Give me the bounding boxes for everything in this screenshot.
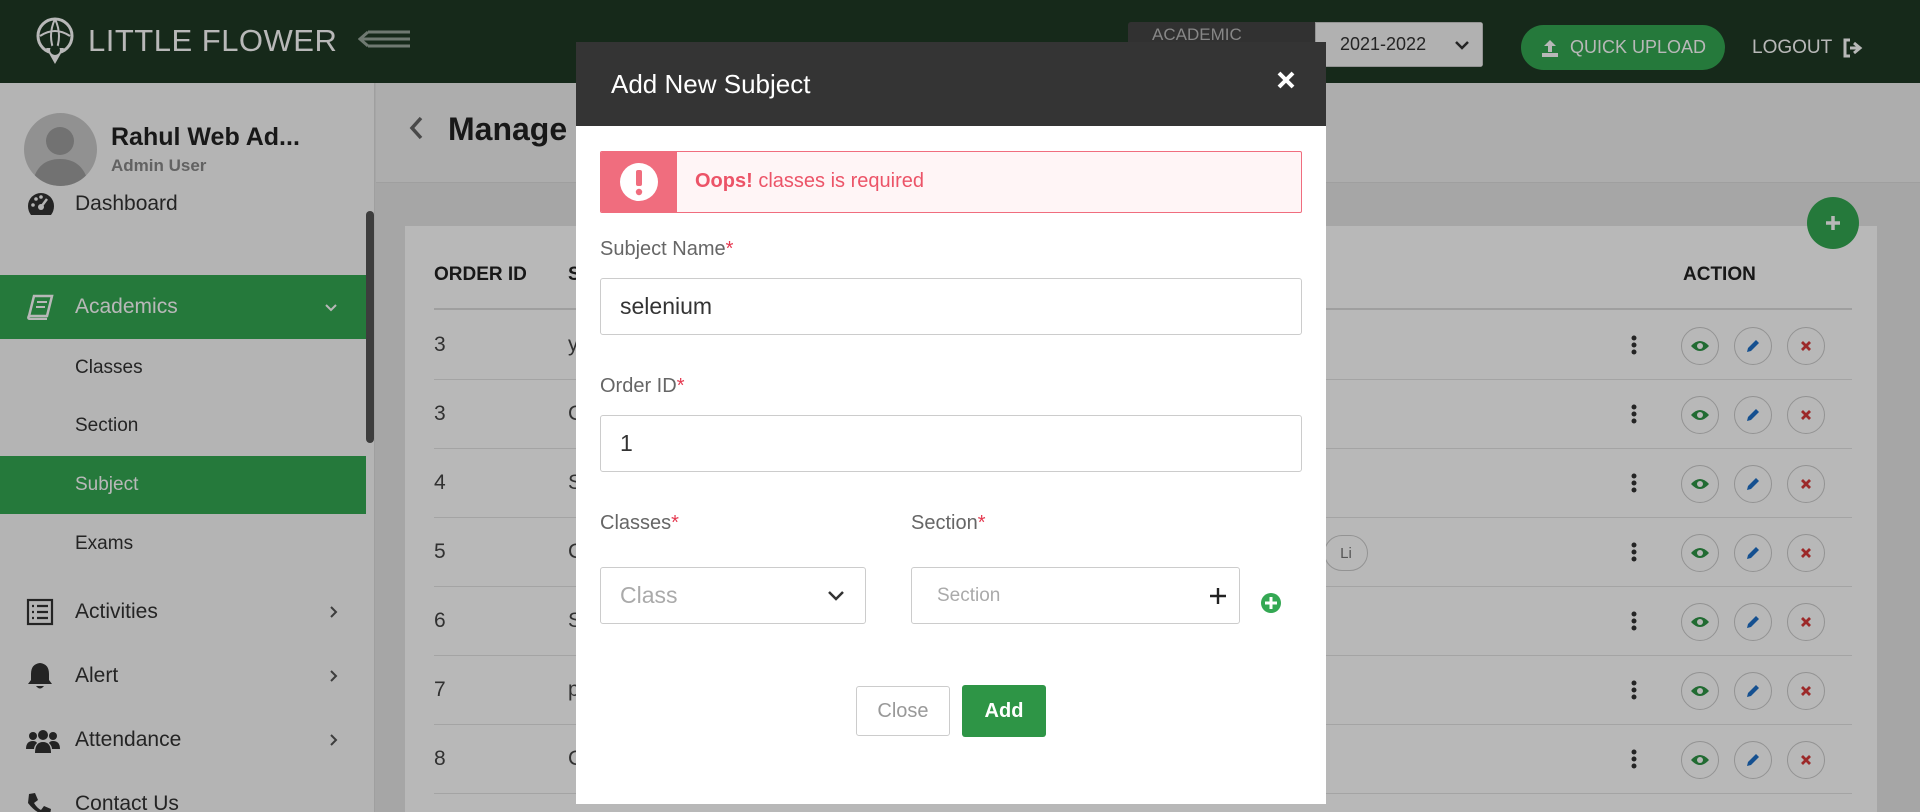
add-subject-modal: Add New Subject Oops! classes is require… bbox=[576, 42, 1326, 804]
order-id-value: 1 bbox=[620, 430, 633, 456]
required-mark: * bbox=[725, 238, 734, 260]
modal-title: Add New Subject bbox=[611, 69, 811, 99]
label-text: Section bbox=[911, 512, 978, 534]
required-mark: * bbox=[671, 512, 679, 534]
section-input[interactable]: Section bbox=[911, 567, 1240, 624]
chevron-down-icon bbox=[828, 591, 844, 601]
alert-strong: Oops! bbox=[695, 170, 753, 192]
label-text: Order ID bbox=[600, 375, 677, 397]
alert-icon-box bbox=[601, 152, 677, 212]
section-placeholder: Section bbox=[937, 584, 1001, 606]
add-section-icon[interactable] bbox=[1260, 592, 1282, 614]
error-alert: Oops! classes is required bbox=[600, 151, 1302, 213]
label-text: Subject Name bbox=[600, 238, 726, 260]
alert-message: Oops! classes is required bbox=[695, 170, 924, 193]
plus-icon[interactable] bbox=[1209, 587, 1227, 605]
exclamation-circle-icon bbox=[620, 163, 658, 201]
add-button[interactable]: Add bbox=[962, 685, 1046, 737]
label-text: Classes bbox=[600, 512, 672, 534]
classes-placeholder: Class bbox=[620, 582, 678, 608]
classes-label: Classes* bbox=[600, 512, 679, 535]
subject-name-label: Subject Name* bbox=[600, 238, 733, 261]
classes-select[interactable]: Class bbox=[600, 567, 866, 624]
close-icon[interactable] bbox=[1276, 70, 1296, 90]
subject-name-value: selenium bbox=[620, 293, 713, 319]
order-id-label: Order ID* bbox=[600, 375, 684, 398]
required-mark: * bbox=[977, 512, 986, 534]
close-button[interactable]: Close bbox=[856, 686, 950, 736]
order-id-input[interactable]: 1 bbox=[600, 415, 1302, 472]
subject-name-input[interactable]: selenium bbox=[600, 278, 1302, 335]
section-label: Section* bbox=[911, 512, 986, 535]
modal-header: Add New Subject bbox=[576, 42, 1326, 126]
required-mark: * bbox=[676, 375, 685, 397]
alert-text: classes is required bbox=[758, 170, 924, 192]
